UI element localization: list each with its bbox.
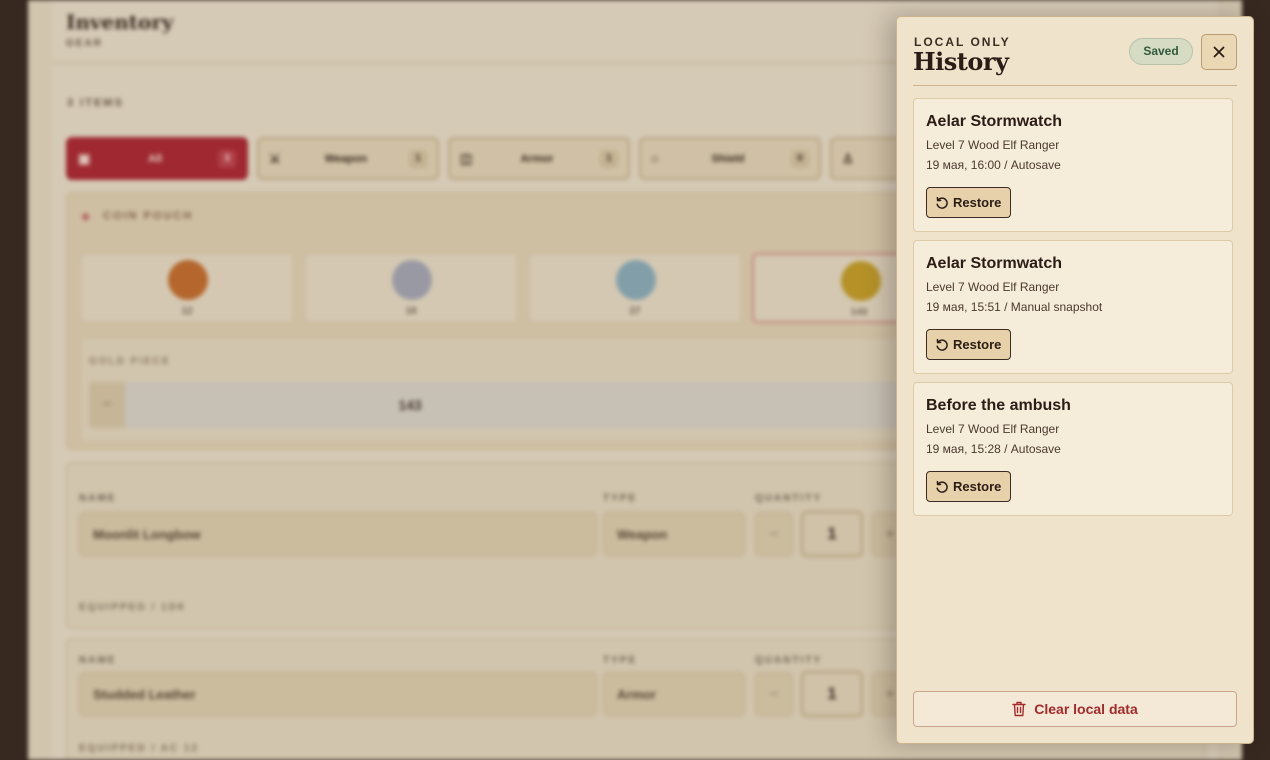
snapshot-description: Level 7 Wood Elf Ranger (926, 138, 1060, 152)
restore-label: Restore (953, 337, 1002, 352)
drawer-divider (913, 85, 1237, 86)
snapshot-description: Level 7 Wood Elf Ranger (926, 422, 1060, 436)
drawer-title: History (913, 47, 1009, 76)
snapshot-name: Aelar Stormwatch (926, 255, 1063, 272)
restore-icon (936, 480, 948, 493)
snapshot-card: Aelar Stormwatch Level 7 Wood Elf Ranger… (913, 240, 1233, 374)
snapshot-meta: 19 мая, 16:00 / Autosave (926, 158, 1061, 172)
snapshot-name: Before the ambush (926, 397, 1071, 414)
close-button[interactable] (1201, 34, 1237, 70)
restore-button[interactable]: Restore (926, 329, 1012, 360)
trash-icon (1012, 701, 1026, 717)
snapshot-meta: 19 мая, 15:51 / Manual snapshot (926, 300, 1103, 314)
restore-label: Restore (953, 195, 1002, 210)
snapshot-list: Aelar Stormwatch Level 7 Wood Elf Ranger… (913, 98, 1233, 524)
clear-local-data-button[interactable]: Clear local data (913, 691, 1237, 727)
snapshot-description: Level 7 Wood Elf Ranger (926, 280, 1060, 294)
clear-label: Clear local data (1034, 701, 1138, 717)
snapshot-card: Aelar Stormwatch Level 7 Wood Elf Ranger… (913, 98, 1233, 232)
snapshot-meta: 19 мая, 15:28 / Autosave (926, 442, 1061, 456)
snapshot-card: Before the ambush Level 7 Wood Elf Range… (913, 382, 1233, 516)
restore-label: Restore (953, 479, 1002, 494)
restore-button[interactable]: Restore (926, 187, 1012, 218)
close-icon (1213, 46, 1225, 58)
restore-button[interactable]: Restore (926, 471, 1012, 502)
status-badge: Saved (1129, 38, 1193, 65)
history-drawer: LOCAL ONLY History Saved Aelar Stormwatc… (896, 16, 1254, 744)
restore-icon (936, 196, 948, 209)
snapshot-name: Aelar Stormwatch (926, 113, 1063, 130)
restore-icon (936, 338, 948, 351)
